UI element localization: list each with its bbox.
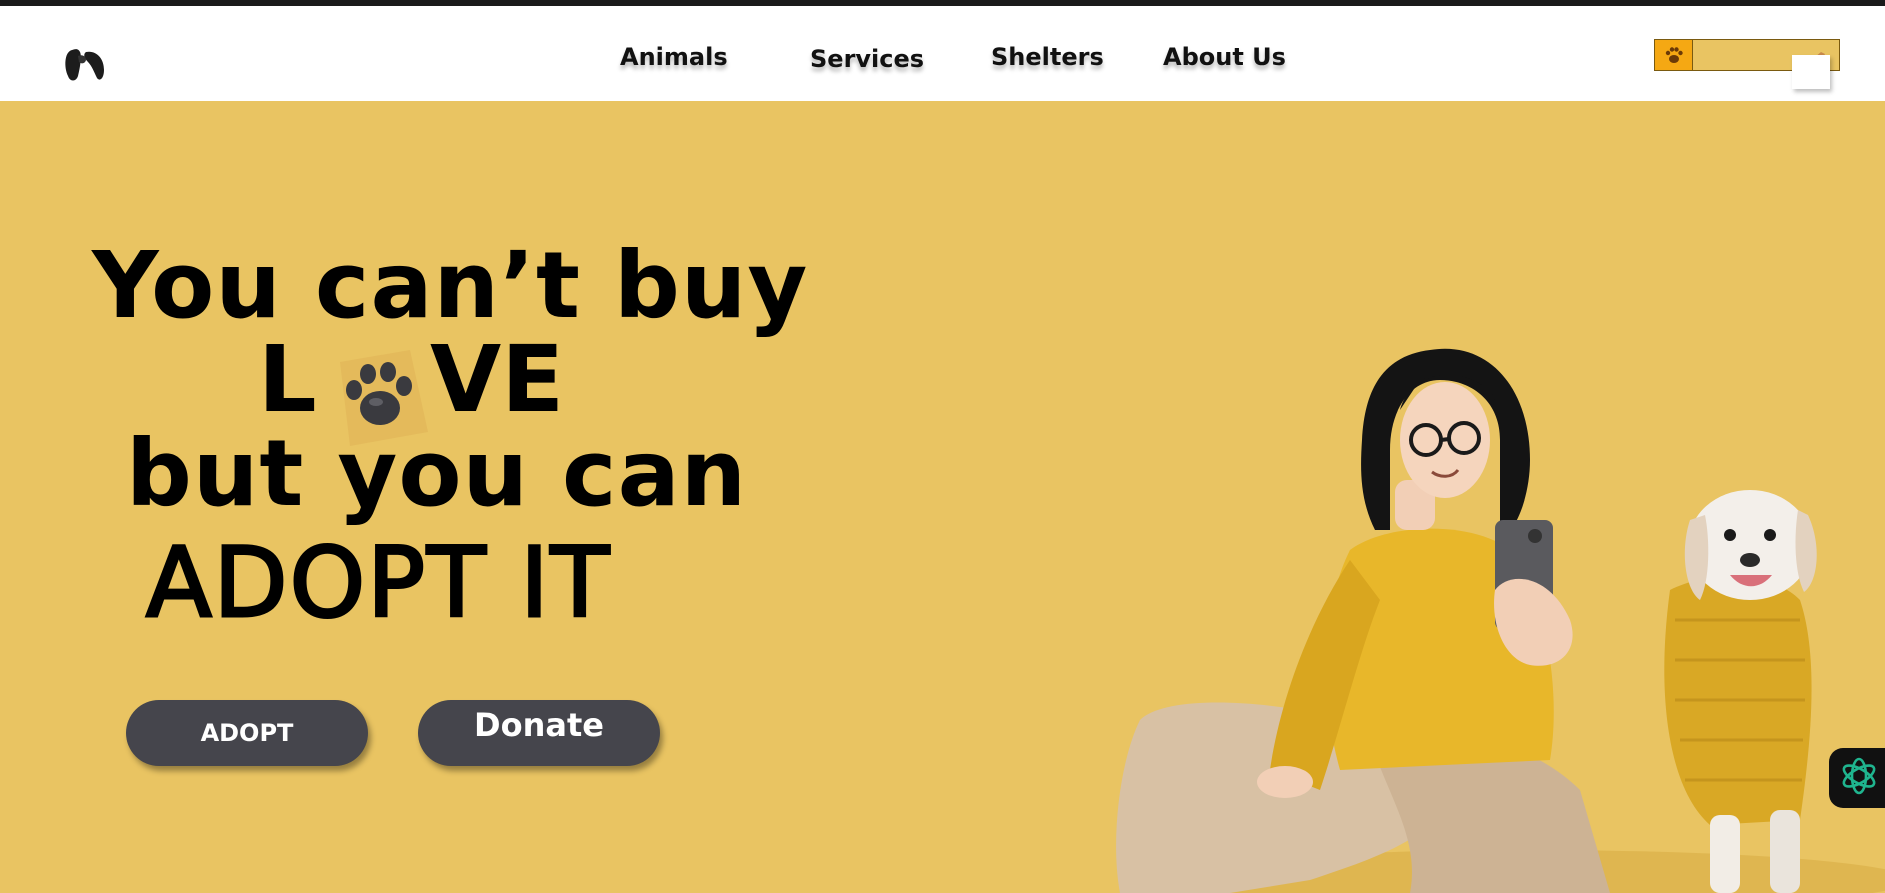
logo-icon[interactable] — [62, 42, 108, 88]
hero-headline-line1: You can’t buy — [92, 232, 809, 339]
cart-dropdown-card — [1792, 55, 1830, 89]
nav-link-about-us[interactable]: About Us — [1163, 43, 1286, 71]
nav-link-animals[interactable]: Animals — [620, 43, 728, 71]
navbar: Animals Services Shelters About Us — [0, 6, 1885, 101]
hero-headline-line3: but you can — [126, 420, 748, 527]
adopt-button[interactable]: ADOPT — [126, 700, 368, 766]
hero-headline-love-l: L — [258, 326, 317, 433]
woman-with-phone-and-dog-illustration — [1116, 348, 1885, 893]
chat-assistant-button[interactable] — [1829, 748, 1885, 808]
ai-assistant-icon — [1837, 754, 1881, 802]
donate-button[interactable]: Donate — [418, 700, 660, 766]
hero-headline-line4: ADOPT IT — [144, 527, 612, 639]
paw-icon — [1655, 40, 1693, 70]
nav-link-shelters[interactable]: Shelters — [991, 43, 1104, 71]
nav-link-services[interactable]: Services — [810, 45, 924, 73]
hero-headline-love-ve: VE — [430, 326, 565, 433]
